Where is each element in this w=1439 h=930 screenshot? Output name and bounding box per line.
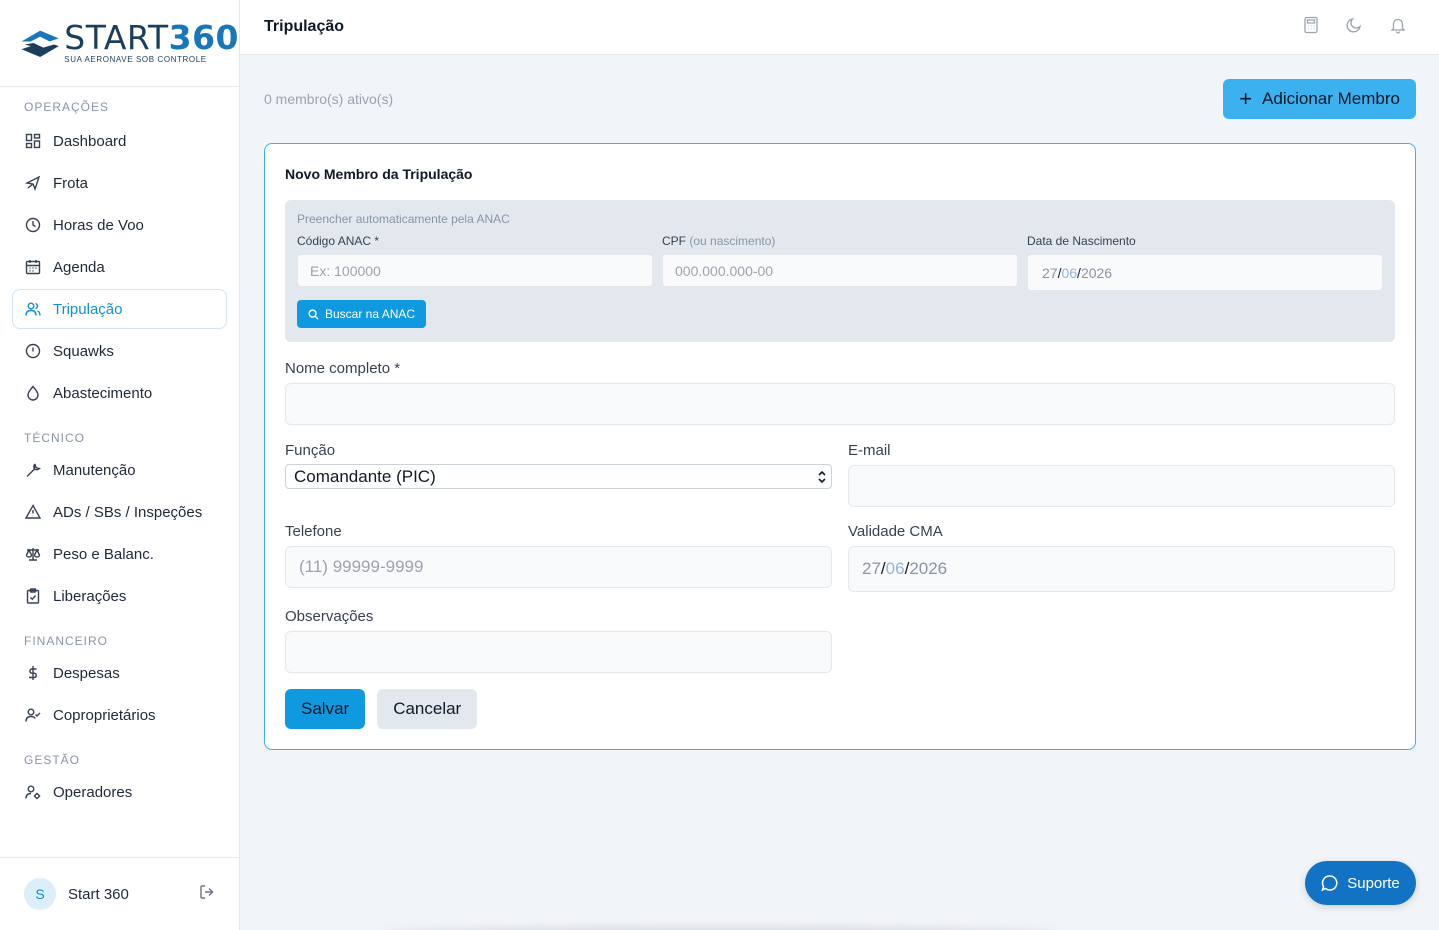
warning-triangle-icon [25,504,41,520]
logout-icon[interactable] [199,884,215,905]
add-member-button[interactable]: + Adicionar Membro [1223,79,1416,119]
phone-label: Telefone [285,523,342,540]
new-member-form: Novo Membro da Tripulação Preencher auto… [264,143,1416,750]
sidebar-item-label: Despesas [53,664,120,682]
sidebar: START360 SUA AERONAVE SOB CONTROLE OPERA… [0,0,240,930]
chevron-updown-icon [818,470,826,483]
section-title-operacoes: OPERAÇÕES [24,100,110,114]
sidebar-item-label: Manutenção [53,461,136,479]
add-member-label: Adicionar Membro [1262,89,1400,108]
codigo-anac-input[interactable]: Ex: 100000 [297,254,653,287]
brand-name: START360 [64,18,239,57]
plane-icon [25,175,41,191]
clipboard-check-icon [25,588,41,604]
sidebar-item-ads-sbs-inspecoes[interactable]: ADs / SBs / Inspeções [12,492,227,532]
brand-logo[interactable]: START360 SUA AERONAVE SOB CONTROLE [0,0,239,87]
role-label: Função [285,442,336,459]
birth-date-label: Data de Nascimento [1027,234,1136,248]
logo-mark-icon [21,30,59,57]
save-button[interactable]: Salvar [285,689,366,729]
user-name: Start 360 [68,885,129,903]
sidebar-item-label: Peso e Balanc. [53,545,154,563]
chat-bubble-icon [1321,875,1338,892]
support-button[interactable]: Suporte [1305,861,1416,905]
droplet-icon [25,385,41,401]
dollar-icon [25,665,41,681]
role-select[interactable]: Comandante (PIC) [285,464,832,489]
scale-icon [25,546,41,562]
notes-input[interactable] [285,631,832,673]
section-title-financeiro: FINANCEIRO [24,634,109,648]
support-label: Suporte [1347,874,1400,892]
avatar[interactable]: S [24,878,56,910]
notes-label: Observações [285,608,374,625]
sidebar-item-abastecimento[interactable]: Abastecimento [12,373,227,413]
search-anac-label: Buscar na ANAC [325,307,416,321]
sidebar-item-label: Horas de Voo [53,216,144,234]
phone-input[interactable]: (11) 99999-9999 [285,546,832,588]
page-title: Tripulação [264,18,345,35]
sidebar-item-horas-de-voo[interactable]: Horas de Voo [12,205,227,245]
main-content: 0 membro(s) ativo(s) + Adicionar Membro … [264,55,1416,750]
sidebar-item-operadores[interactable]: Operadores [12,772,227,812]
user-check-icon [25,707,41,723]
birth-date-input[interactable]: 27/06/2026 [1027,254,1383,291]
brand-tagline: SUA AERONAVE SOB CONTROLE [64,55,207,64]
anac-hint: Preencher automaticamente pela ANAC [297,212,510,226]
alert-circle-icon [25,343,41,359]
search-icon [308,308,319,320]
anac-autofill-panel: Preencher automaticamente pela ANAC Códi… [285,200,1395,342]
sidebar-item-manutencao[interactable]: Manutenção [12,450,227,490]
plus-icon: + [1239,86,1253,111]
email-input[interactable] [848,465,1395,507]
calendar-icon [25,259,41,275]
sidebar-item-label: Coproprietários [53,706,156,724]
sidebar-item-liberacoes[interactable]: Liberações [12,576,227,616]
sidebar-item-label: Abastecimento [53,384,153,402]
calculator-icon[interactable] [1303,16,1319,39]
sidebar-item-label: Agenda [53,258,105,276]
sidebar-item-tripulacao[interactable]: Tripulação [12,289,227,329]
sidebar-item-label: Operadores [53,783,133,801]
sidebar-item-label: Squawks [53,342,114,360]
moon-icon[interactable] [1345,16,1363,39]
active-members-count: 0 membro(s) ativo(s) [264,91,394,107]
sidebar-item-coproprietarios[interactable]: Coproprietários [12,695,227,735]
sidebar-item-label: Frota [53,174,89,192]
search-anac-button[interactable]: Buscar na ANAC [297,300,427,328]
sidebar-item-despesas[interactable]: Despesas [12,653,227,693]
section-title-gestao: GESTÃO [24,753,81,767]
cma-validity-label: Validade CMA [848,523,943,540]
section-title-tecnico: TÉCNICO [24,431,85,445]
sidebar-item-agenda[interactable]: Agenda [12,247,227,287]
sidebar-item-squawks[interactable]: Squawks [12,331,227,371]
codigo-anac-label: Código ANAC * [297,234,380,248]
sidebar-item-dashboard[interactable]: Dashboard [12,121,227,161]
full-name-label: Nome completo * [285,360,401,377]
sidebar-item-label: Dashboard [53,132,127,150]
cpf-label: CPF (ou nascimento) [662,234,776,248]
full-name-input[interactable] [285,383,1395,425]
sidebar-item-label: Liberações [53,587,127,605]
cma-validity-input[interactable]: 27/06/2026 [848,546,1395,592]
sidebar-item-peso-e-balanc[interactable]: Peso e Balanc. [12,534,227,574]
wrench-icon [25,462,41,478]
user-panel: S Start 360 [0,857,239,930]
cpf-input[interactable]: 000.000.000-00 [662,254,1018,287]
sidebar-nav: OPERAÇÕES Dashboard Frota Horas de Voo A… [0,87,239,812]
sidebar-item-label: Tripulação [53,300,123,318]
user-cog-icon [25,784,41,800]
bottom-shadow [380,926,1060,930]
top-header: Tripulação [240,0,1439,55]
email-label: E-mail [848,442,891,459]
sidebar-item-frota[interactable]: Frota [12,163,227,203]
form-title: Novo Membro da Tripulação [285,166,473,182]
grid-icon [25,133,41,149]
users-icon [25,301,41,317]
cancel-button[interactable]: Cancelar [377,689,478,729]
clock-icon [25,217,41,233]
sidebar-item-label: ADs / SBs / Inspeções [53,503,203,521]
bell-icon[interactable] [1389,16,1407,39]
